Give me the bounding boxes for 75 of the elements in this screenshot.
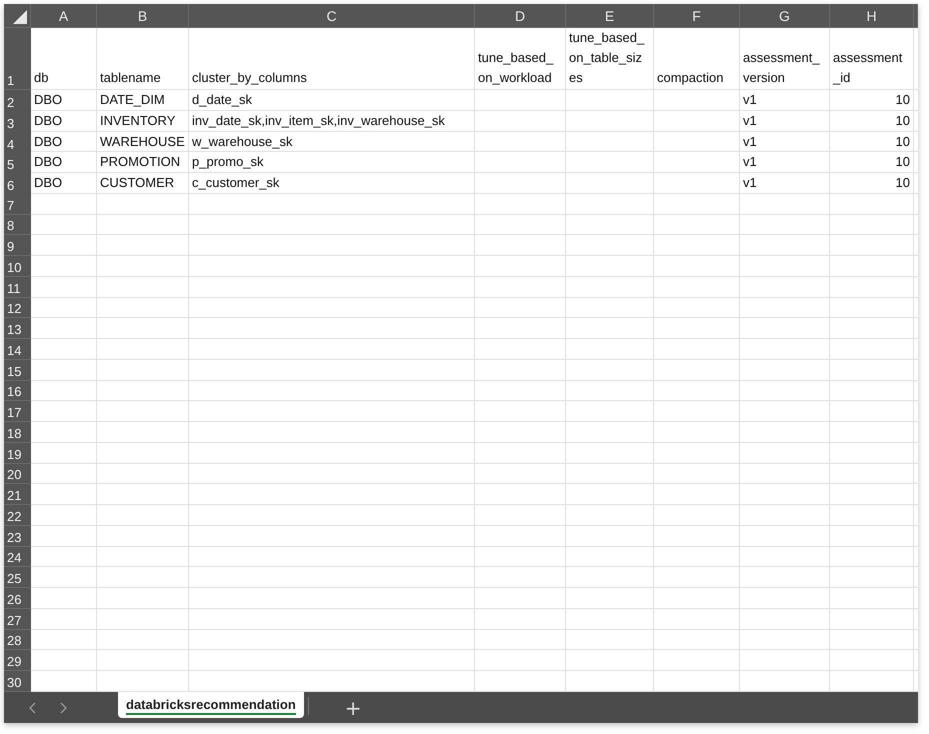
table-cell-text: DBO <box>34 153 62 172</box>
table-cell-text: v1 <box>743 174 757 192</box>
table-cell-text: DATE_DIM <box>100 91 165 109</box>
row-number[interactable]: 18 <box>4 422 31 443</box>
table-cell-text: INVENTORY <box>100 112 176 130</box>
column-header[interactable]: G <box>740 4 830 28</box>
row-number[interactable]: 25 <box>4 567 31 588</box>
header-cell-text: compaction <box>657 69 724 87</box>
row-number[interactable]: 3 <box>4 110 31 133</box>
row-number[interactable]: 29 <box>4 650 31 671</box>
column-header[interactable]: H <box>830 4 914 28</box>
table-cell-text: DBO <box>34 132 62 150</box>
row-number[interactable]: 19 <box>4 442 31 464</box>
table-cell-text: c_customer_sk <box>192 174 280 192</box>
header-cell-text: tune_based_on_workload <box>478 49 554 87</box>
table-cell-text: 10 <box>896 174 910 192</box>
row-number[interactable]: 2 <box>4 90 31 112</box>
table-cell-text: v1 <box>743 153 757 172</box>
table-cell-text: 10 <box>896 153 910 172</box>
table-cell-text: v1 <box>743 112 757 130</box>
row-number[interactable]: 8 <box>4 214 31 236</box>
column-header[interactable]: B <box>97 4 189 28</box>
row-number[interactable]: 15 <box>4 360 31 380</box>
table-cell-text: v1 <box>743 91 757 109</box>
table-cell-text: inv_date_sk,inv_item_sk,inv_warehouse_sk <box>192 112 445 130</box>
row-number[interactable]: 21 <box>4 484 31 505</box>
table-cell-text: WAREHOUSE <box>100 132 185 150</box>
select-all-icon[interactable] <box>13 10 27 24</box>
column-header[interactable]: A <box>31 4 97 28</box>
table-cell-text: DBO <box>34 91 62 109</box>
row-number[interactable]: 23 <box>4 526 31 546</box>
table-cell-text: DBO <box>34 112 62 130</box>
header-cell-text: assessment_id <box>833 49 904 87</box>
header-cell-text: cluster_by_columns <box>192 69 307 87</box>
table-cell-text: v1 <box>743 132 757 150</box>
row-number[interactable]: 6 <box>4 173 31 195</box>
table-cell-text: 10 <box>896 91 910 109</box>
table-cell-text: 10 <box>896 132 910 150</box>
row-number[interactable]: 28 <box>4 630 31 650</box>
row-number[interactable]: 5 <box>4 152 31 174</box>
header-cell-text: tune_based_on_table_sizes <box>569 29 646 87</box>
table-cell-text: DBO <box>34 174 62 192</box>
row-number[interactable]: 22 <box>4 505 31 526</box>
table-cell-text: p_promo_sk <box>192 153 264 172</box>
row-number[interactable]: 16 <box>4 380 31 402</box>
add-sheet-button[interactable]: + <box>338 692 368 723</box>
column-header[interactable]: F <box>654 4 740 28</box>
column-header[interactable]: C <box>189 4 475 28</box>
table-cell-text: 10 <box>896 112 910 130</box>
row-number[interactable]: 20 <box>4 464 31 484</box>
row-number[interactable]: 4 <box>4 132 31 154</box>
row-number[interactable]: 13 <box>4 318 31 339</box>
row-number[interactable]: 11 <box>4 276 31 298</box>
row-number[interactable]: 9 <box>4 235 31 256</box>
row-number[interactable]: 17 <box>4 401 31 422</box>
row-number[interactable]: 7 <box>4 194 31 214</box>
sheet-tab[interactable]: databricksrecommendation <box>118 692 304 718</box>
row-number[interactable]: 30 <box>4 671 31 692</box>
table-cell-text: PROMOTION <box>100 153 180 172</box>
chevron-left-icon <box>29 702 37 714</box>
row-number[interactable]: 27 <box>4 608 31 630</box>
table-cell-text: CUSTOMER <box>100 174 174 192</box>
column-header[interactable]: E <box>566 4 654 28</box>
header-cell-text: tablename <box>100 69 161 87</box>
table-cell-text: w_warehouse_sk <box>192 132 292 151</box>
row-number[interactable]: 14 <box>4 339 31 360</box>
chevron-right-icon <box>59 702 67 714</box>
row-number[interactable]: 12 <box>4 298 31 318</box>
row-number[interactable]: 10 <box>4 256 31 277</box>
header-cell-text: db <box>34 69 48 87</box>
column-header[interactable]: D <box>475 4 566 28</box>
table-cell-text: d_date_sk <box>192 91 252 109</box>
row-number[interactable]: 24 <box>4 546 31 568</box>
row-number[interactable]: 26 <box>4 588 31 609</box>
row-number[interactable]: 1 <box>4 28 31 90</box>
